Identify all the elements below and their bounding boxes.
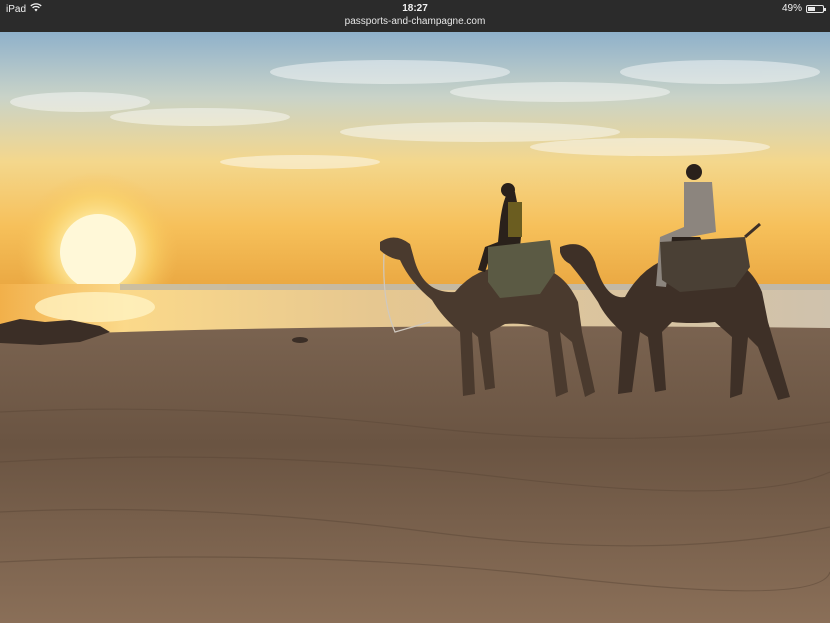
status-time: 18:27: [402, 3, 428, 14]
sand: [0, 326, 830, 623]
screen: iPad 18:27 passports-and-champagne.com 4…: [0, 0, 830, 623]
status-right: 49%: [781, 3, 826, 14]
battery-icon: [806, 4, 826, 13]
sun-reflection: [35, 292, 155, 322]
battery-percent: 49%: [781, 3, 802, 14]
battery-fill: [808, 6, 815, 11]
sun-core: [60, 214, 136, 290]
beach-photo: [0, 32, 830, 623]
address-bar-url[interactable]: passports-and-champagne.com: [0, 16, 830, 27]
status-bar: iPad 18:27 passports-and-champagne.com 4…: [0, 0, 830, 32]
